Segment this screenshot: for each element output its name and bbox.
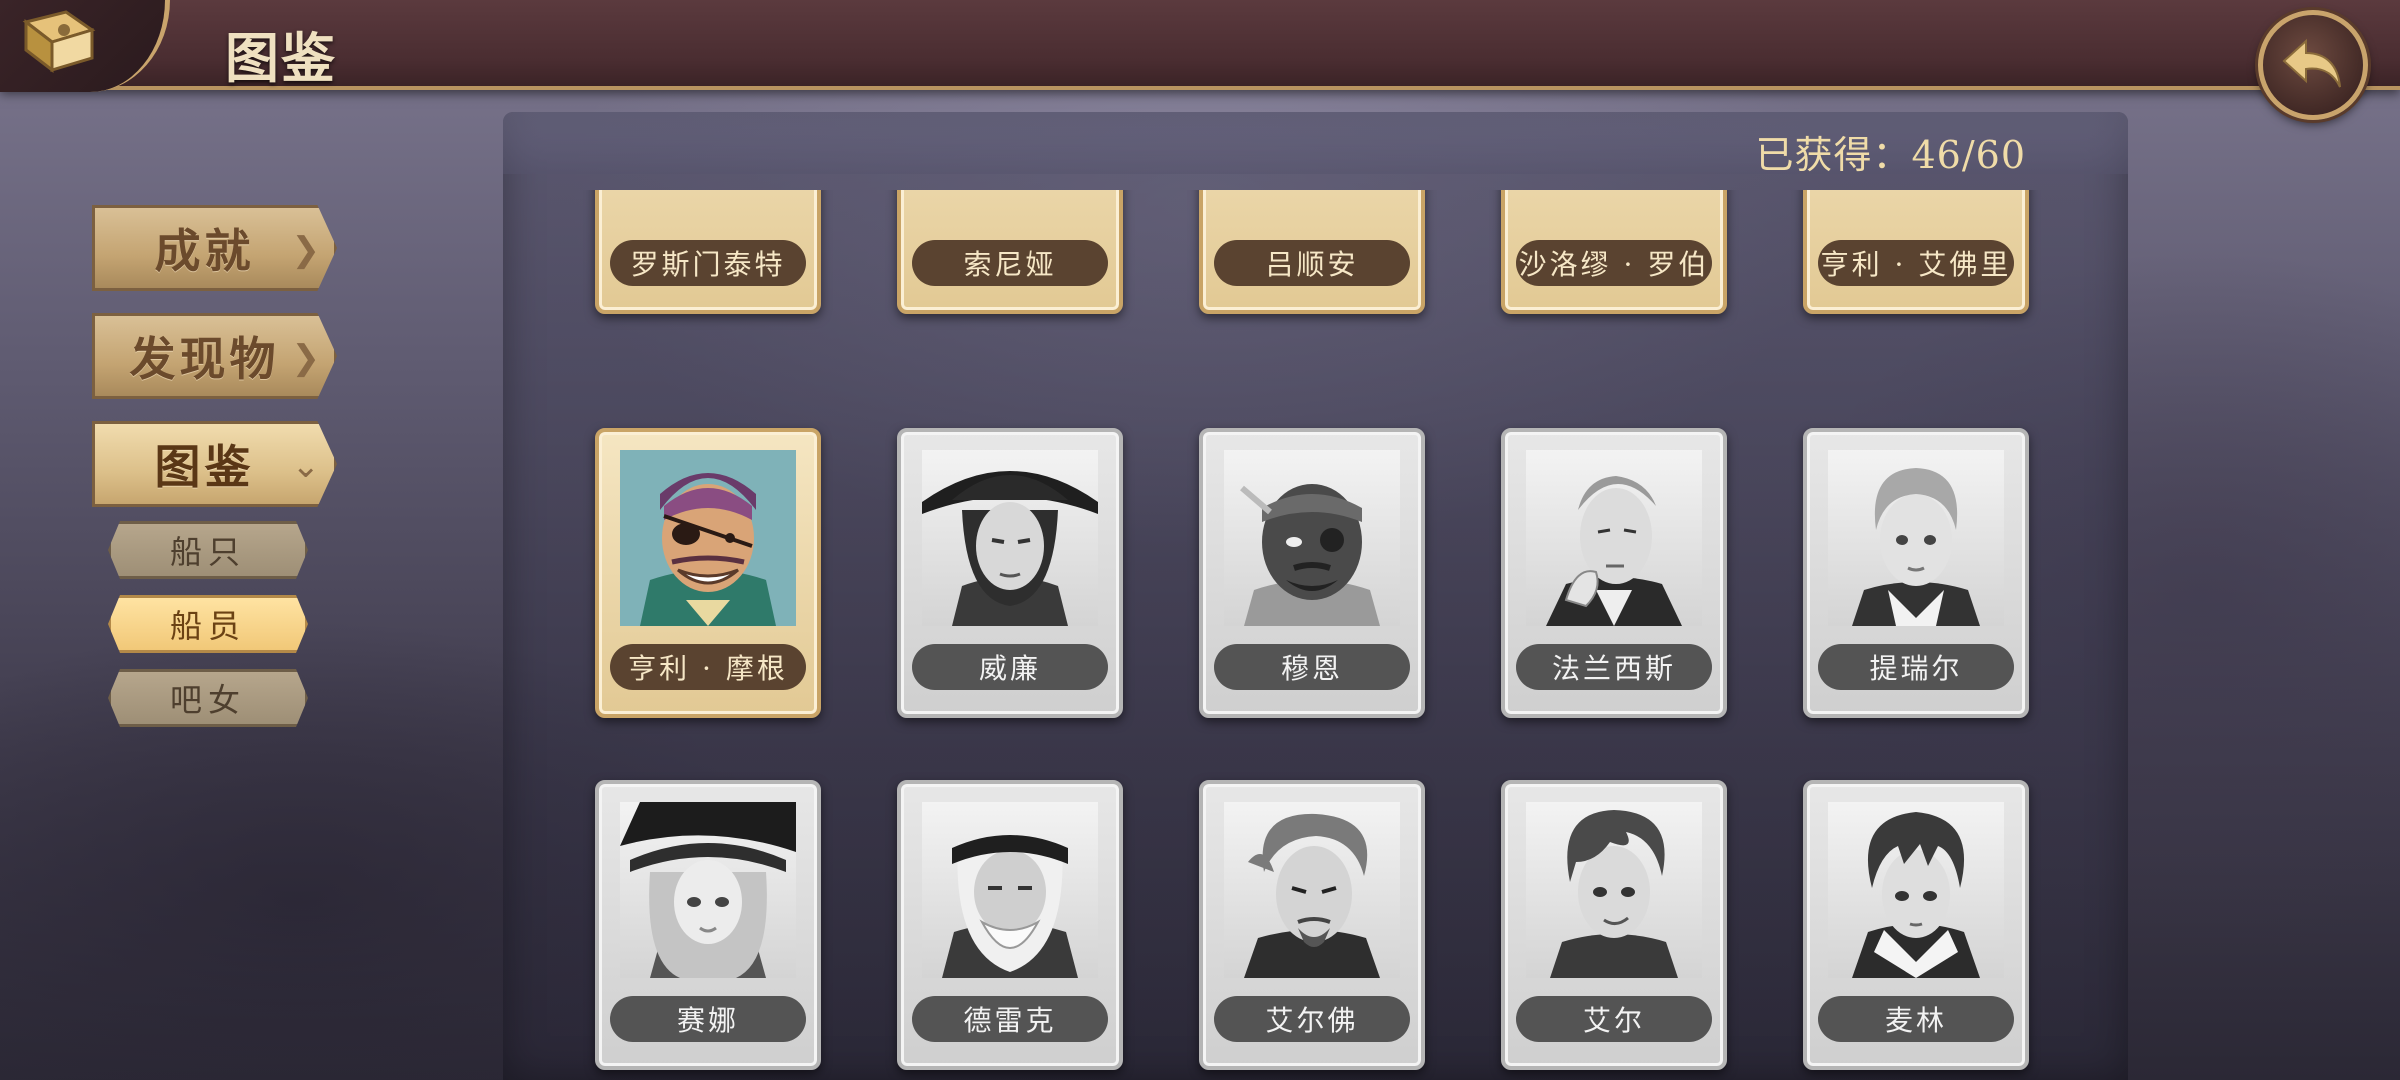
crew-card-tyrell[interactable]: 提瑞尔 — [1803, 428, 2029, 718]
name-plate: 亨利 · 摩根 — [610, 644, 806, 690]
crew-card-partial[interactable]: 吕顺安 — [1199, 190, 1425, 314]
crew-name: 穆恩 — [1280, 652, 1343, 685]
crew-portrait — [1526, 802, 1702, 978]
crew-card-partial[interactable]: 巴沙洛缪 · 罗伯茨 — [1501, 190, 1727, 314]
name-plate: 提瑞尔 — [1818, 644, 2014, 690]
crew-portrait — [620, 450, 796, 626]
subtab-barmaids[interactable]: 吧女 — [108, 669, 308, 727]
book-icon — [18, 8, 98, 78]
name-plate: 麦林 — [1818, 996, 2014, 1042]
card-grid[interactable]: 罗斯门泰特 索尼娅 吕顺安 巴沙洛缪 · 罗伯茨 亨利 · 艾佛里 — [503, 190, 2128, 1080]
crew-name: 麦林 — [1884, 1004, 1947, 1037]
subtab-ships-label: 船只 — [169, 533, 246, 571]
crew-portrait — [1828, 802, 2004, 978]
panel-header: 已获得：46/60 — [503, 112, 2128, 177]
crew-card-william[interactable]: 威廉 — [897, 428, 1123, 718]
crew-name: 赛娜 — [676, 1004, 739, 1037]
page-title: 图鉴 — [225, 26, 337, 90]
name-plate: 索尼娅 — [912, 240, 1108, 286]
crew-card-sena[interactable]: 赛娜 — [595, 780, 821, 1070]
back-arrow-icon — [2282, 38, 2341, 88]
codex-panel: 已获得：46/60 罗斯门泰特 索尼娅 吕顺安 巴沙洛缪 · 罗伯茨 亨利 · — [503, 112, 2128, 1080]
tab-discoveries-label: 发现物 — [129, 332, 280, 386]
crew-card-drake[interactable]: 德雷克 — [897, 780, 1123, 1070]
subtab-crew[interactable]: 船员 — [108, 595, 308, 653]
name-plate: 法兰西斯 — [1516, 644, 1712, 690]
crew-card-francis[interactable]: 法兰西斯 — [1501, 428, 1727, 718]
name-plate: 艾尔佛 — [1214, 996, 1410, 1042]
name-plate: 威廉 — [912, 644, 1108, 690]
name-plate: 德雷克 — [912, 996, 1108, 1042]
tab-discoveries[interactable]: 发现物 ❯ — [92, 313, 337, 399]
crew-name: 索尼娅 — [963, 248, 1057, 281]
crew-card-partial[interactable]: 索尼娅 — [897, 190, 1123, 314]
crew-portrait — [1224, 802, 1400, 978]
crew-portrait — [620, 802, 796, 978]
name-plate: 罗斯门泰特 — [610, 240, 806, 286]
crew-card-al[interactable]: 艾尔 — [1501, 780, 1727, 1070]
subtab-ships[interactable]: 船只 — [108, 521, 308, 579]
crew-name: 威廉 — [978, 652, 1041, 685]
crew-card-alfo[interactable]: 艾尔佛 — [1199, 780, 1425, 1070]
crew-portrait — [922, 802, 1098, 978]
crew-name: 吕顺安 — [1265, 248, 1359, 281]
crew-card-partial[interactable]: 亨利 · 艾佛里 — [1803, 190, 2029, 314]
tab-achievements-label: 成就 — [154, 224, 255, 278]
name-plate: 赛娜 — [610, 996, 806, 1042]
crew-name: 巴沙洛缪 · 罗伯茨 — [1516, 248, 1712, 281]
crew-card-moon[interactable]: 穆恩 — [1199, 428, 1425, 718]
chevron-right-icon: ❯ — [291, 338, 321, 378]
crew-name: 法兰西斯 — [1551, 652, 1676, 685]
crew-name: 亨利 · 摩根 — [628, 652, 788, 685]
back-button[interactable] — [2258, 10, 2368, 120]
collected-counter: 已获得：46/60 — [1755, 133, 2026, 177]
name-plate: 艾尔 — [1516, 996, 1712, 1042]
tab-codex-label: 图鉴 — [154, 440, 255, 494]
name-plate: 吕顺安 — [1214, 240, 1410, 286]
crew-portrait — [1224, 450, 1400, 626]
name-plate: 穆恩 — [1214, 644, 1410, 690]
tab-codex[interactable]: 图鉴 ⌄ — [92, 421, 337, 507]
crew-name: 提瑞尔 — [1869, 652, 1963, 685]
crew-name: 艾尔佛 — [1265, 1004, 1359, 1037]
crew-card-partial[interactable]: 罗斯门泰特 — [595, 190, 821, 314]
crew-portrait — [1828, 450, 2004, 626]
crew-name: 罗斯门泰特 — [630, 248, 786, 281]
crew-portrait — [1526, 450, 1702, 626]
crew-card-henry-morgan[interactable]: 亨利 · 摩根 — [595, 428, 821, 718]
name-plate: 巴沙洛缪 · 罗伯茨 — [1516, 240, 1712, 286]
top-bar: 图鉴 — [0, 0, 2400, 92]
crew-card-merlin[interactable]: 麦林 — [1803, 780, 2029, 1070]
crew-name: 亨利 · 艾佛里 — [1820, 248, 2012, 281]
crew-portrait — [922, 450, 1098, 626]
crew-name: 德雷克 — [963, 1004, 1057, 1037]
chevron-down-icon: ⌄ — [291, 446, 321, 486]
name-plate: 亨利 · 艾佛里 — [1818, 240, 2014, 286]
crew-name: 艾尔 — [1582, 1004, 1645, 1037]
chevron-right-icon: ❯ — [291, 230, 321, 270]
subtab-barmaids-label: 吧女 — [169, 681, 246, 719]
subtab-crew-label: 船员 — [169, 607, 246, 645]
tab-achievements[interactable]: 成就 ❯ — [92, 205, 337, 291]
